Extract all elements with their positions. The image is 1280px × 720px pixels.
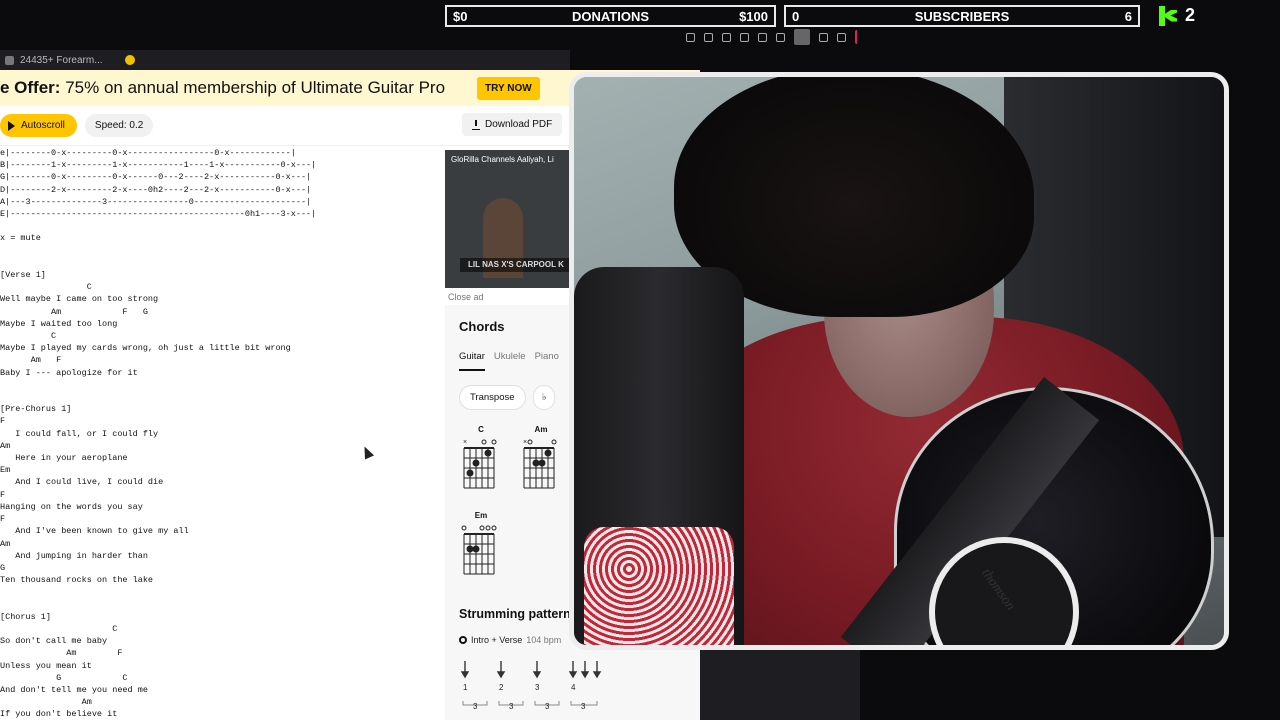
webcam-overlay: thomson	[569, 72, 1229, 650]
chord-name: C	[478, 425, 484, 434]
tab-content: e|--------0-x---------0-x---------------…	[0, 147, 440, 720]
beat-label: 1	[463, 683, 468, 692]
download-icon	[472, 119, 480, 130]
chords-title: Chords	[459, 319, 505, 334]
browser-tab-title[interactable]: 24435+ Forearm...	[20, 55, 103, 66]
triplet-label: 3	[473, 702, 478, 711]
strumming-arrows: 1 2 3 4 3 3 3 3	[460, 661, 602, 711]
donations-title: DONATIONS	[571, 8, 650, 24]
ad-banner: LIL NAS X'S CARPOOL K	[460, 258, 570, 272]
ad-title: GloRilla Channels Aaliyah, Li	[451, 155, 554, 164]
chord-name: Em	[474, 511, 488, 520]
block-icon[interactable]	[722, 32, 731, 42]
strumming-section[interactable]: Intro + Verse 104 bpm	[459, 635, 561, 645]
speed-button[interactable]: Speed: 0.2	[84, 114, 154, 137]
promo-body: 75% on annual membership of Ultimate Gui…	[60, 78, 446, 97]
chord-diagram-em[interactable]: Em	[461, 511, 501, 583]
subscribers-goal-bar: 0 SUBSCRIBERS 6	[784, 5, 1140, 27]
webcam-cup	[584, 527, 734, 645]
browser-tab-strip: 24435+ Forearm...	[0, 50, 570, 70]
download-pdf-button[interactable]: Download PDF	[462, 113, 563, 136]
tab-ukulele[interactable]: Ukulele	[494, 351, 526, 371]
strumming-section-name: Intro + Verse	[471, 635, 523, 645]
chord-grid: ×	[463, 439, 497, 489]
donations-goal-bar: $0 DONATIONS $100	[445, 5, 776, 27]
strumming-bpm: 104 bpm	[526, 635, 562, 645]
chord-diagram-c[interactable]: C ×	[461, 425, 501, 497]
download-icon[interactable]	[819, 32, 828, 42]
transpose-button[interactable]: Transpose	[459, 385, 526, 410]
promo-text: e Offer: 75% on annual membership of Ult…	[0, 78, 445, 98]
extension-icon[interactable]	[776, 32, 785, 42]
triplet-label: 3	[545, 702, 550, 711]
play-icon[interactable]	[740, 32, 749, 42]
subscribers-target: 6	[1124, 8, 1132, 24]
screenshot-icon[interactable]	[704, 32, 713, 42]
accent-divider	[855, 30, 864, 44]
background-panel	[700, 650, 860, 720]
stream-overlay-bar: $0 DONATIONS $100 0 SUBSCRIBERS 6 2	[0, 0, 1280, 50]
profile-avatar[interactable]	[794, 29, 810, 45]
chord-diagram-am[interactable]: Am ×	[521, 425, 561, 497]
donations-target: $100	[739, 8, 768, 24]
tab-favicon-icon	[5, 55, 14, 65]
tab-text: e|--------0-x---------0-x---------------…	[0, 148, 317, 720]
kick-viewer-count: 2	[1185, 5, 1196, 25]
kick-viewers: 2	[1159, 5, 1195, 26]
strumming-title: Strumming pattern	[459, 607, 571, 621]
radio-icon	[459, 636, 467, 644]
triplet-label: 3	[581, 702, 586, 711]
subscribers-title: SUBSCRIBERS	[914, 8, 1010, 24]
donations-current: $0	[453, 8, 468, 24]
promo-bold: e Offer:	[0, 78, 61, 97]
chord-grid	[461, 525, 497, 575]
menu-icon[interactable]	[837, 32, 846, 42]
triplet-label: 3	[509, 702, 514, 711]
try-now-button[interactable]: TRY NOW	[477, 76, 540, 100]
autoscroll-button[interactable]: Autoscroll	[0, 114, 77, 137]
tab-guitar[interactable]: Guitar	[459, 351, 485, 371]
beat-label: 4	[571, 683, 576, 692]
flat-button[interactable]: ♭	[533, 385, 556, 410]
instrument-tabs: Guitar Ukulele Piano	[459, 351, 559, 371]
svg-text:×: ×	[523, 439, 527, 446]
subscribers-current: 0	[792, 8, 800, 24]
chord-grid: ×	[523, 439, 557, 489]
beat-label: 2	[499, 683, 504, 692]
autoscroll-label: Autoscroll	[21, 120, 65, 131]
beat-label: 3	[535, 683, 540, 692]
svg-text:×: ×	[463, 439, 467, 446]
heart-icon[interactable]	[758, 32, 767, 42]
pin-icon[interactable]	[686, 32, 695, 42]
video-ad[interactable]: GloRilla Channels Aaliyah, Li LIL NAS X'…	[445, 150, 570, 288]
tab-notification-icon	[124, 55, 135, 65]
download-pdf-label: Download PDF	[485, 119, 553, 130]
browser-toolbar-icons	[686, 29, 864, 45]
tab-piano[interactable]: Piano	[535, 351, 559, 371]
chord-name: Am	[534, 425, 548, 434]
kick-logo-icon	[1159, 5, 1177, 26]
